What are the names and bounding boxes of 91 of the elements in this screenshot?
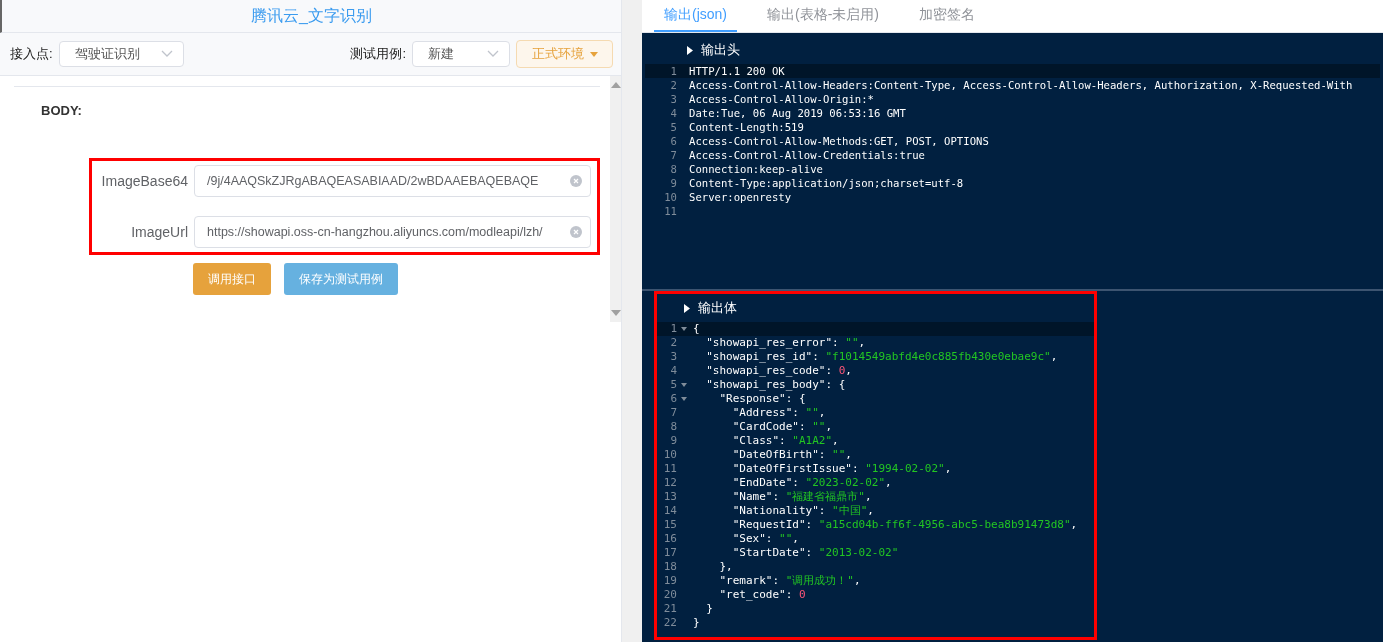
code-line: Connection:keep-alive (688, 162, 823, 176)
code-line: Date:Tue, 06 Aug 2019 06:53:16 GMT (688, 106, 906, 120)
code-line: Access-Control-Allow-Origin:* (688, 92, 874, 106)
chevron-down-icon (160, 50, 173, 58)
action-button[interactable]: 调用接口 (193, 263, 271, 295)
line-number: 2 (670, 78, 677, 92)
caret-down-icon (589, 51, 598, 57)
code-line: HTTP/1.1 200 OK (688, 64, 785, 78)
endpoint-select[interactable]: 驾驶证识别 (58, 41, 184, 67)
section-title: 输出体 (698, 299, 737, 317)
line-number: 8 (670, 162, 677, 176)
code-line: "showapi_res_body": { (705, 378, 846, 392)
test-case-label: 测试用例: (350, 45, 406, 63)
code-line: Access-Control-Allow-Headers:Content-Type, Access-Control-Allow-Headers, Authorization, X-Requested-With (688, 78, 1353, 92)
code-line: "showapi_res_code": 0, (705, 364, 852, 378)
input-field[interactable]: https://showapi.oss-cn-hangzhou.aliyuncs.com/modleapi/lzh/ (194, 216, 591, 248)
line-number: 18 (663, 560, 677, 574)
line-number: 15 (663, 518, 677, 532)
code-line: "Name": "福建省福鼎市", (731, 490, 872, 504)
code-line: "Address": "", (731, 406, 826, 420)
line-number: 19 (663, 574, 677, 588)
code-line: "EndDate": "2023-02-02", (731, 476, 892, 490)
line-number: 3 (670, 350, 677, 364)
code-line: } (693, 616, 700, 630)
code-line: "CardCode": "", (731, 420, 833, 434)
code-line: "Response": { (718, 392, 806, 406)
code-line: Content-Type:application/json;charset=utf-8 (688, 176, 964, 190)
line-number: 4 (670, 364, 677, 378)
code-line: } (705, 602, 713, 616)
input-field[interactable]: /9j/4AAQSkZJRgABAQEASABIAAD/2wBDAAEBAQEBAQE (194, 165, 591, 197)
line-number: 1 (670, 64, 677, 78)
line-number: 5 (670, 378, 677, 392)
caret-right-icon[interactable] (684, 303, 690, 313)
fold-caret-icon[interactable] (681, 383, 687, 387)
line-number: 9 (670, 434, 677, 448)
fold-caret-icon[interactable] (681, 327, 687, 331)
code-line: Access-Control-Allow-Methods:GET, POST, OPTIONS (688, 134, 989, 148)
code-line: "showapi_res_error": "", (705, 336, 866, 350)
line-number: 20 (663, 588, 677, 602)
line-number: 11 (663, 462, 677, 476)
code-line: Access-Control-Allow-Credentials:true (688, 148, 925, 162)
field-label: ImageBase64 (100, 173, 189, 189)
line-number: 21 (663, 602, 677, 616)
tab[interactable]: 加密签名 (909, 0, 985, 32)
line-number: 11 (664, 204, 677, 218)
line-number: 1 (670, 322, 677, 336)
field-label: ImageUrl (130, 224, 189, 240)
fold-caret-icon[interactable] (681, 397, 687, 401)
code-line: Content-Length:519 (688, 120, 804, 134)
code-line: "Class": "A1A2", (731, 434, 839, 448)
test-case-select[interactable]: 新建 (412, 41, 510, 67)
line-number: 3 (670, 92, 677, 106)
line-number: 12 (663, 476, 677, 490)
line-number: 4 (670, 106, 677, 120)
action-button[interactable]: 保存为测试用例 (284, 263, 398, 295)
caret-right-icon[interactable] (687, 45, 693, 55)
section-label: BODY: (41, 103, 83, 118)
line-number: 16 (663, 532, 677, 546)
code-line: "remark": "调用成功！", (718, 574, 861, 588)
line-number: 13 (663, 490, 677, 504)
line-number: 14 (663, 504, 677, 518)
line-number: 7 (670, 148, 677, 162)
line-number: 7 (670, 406, 677, 420)
line-number: 2 (670, 336, 677, 350)
code-line: }, (718, 560, 733, 574)
line-number: 9 (670, 176, 677, 190)
code-line: "DateOfBirth": "", (731, 448, 852, 462)
environment-button[interactable]: 正式环境 (516, 40, 613, 68)
page-title: 腾讯云_文字识别 (0, 0, 621, 33)
code-line: "RequestId": "a15cd04b-ff6f-4956-abc5-bea8b91473d8", (731, 518, 1078, 532)
code-line: "Sex": "", (731, 532, 799, 546)
code-line: "showapi_res_id": "f1014549abfd4e0c885fb430e0ebae9c", (705, 350, 1058, 364)
line-number: 6 (670, 392, 677, 406)
line-number: 10 (664, 190, 677, 204)
line-number: 6 (670, 134, 677, 148)
code-line: { (693, 322, 700, 336)
line-number: 22 (663, 616, 677, 630)
line-number: 8 (670, 420, 677, 434)
code-line: "Nationality": "中国", (731, 504, 874, 518)
tab[interactable]: 输出(表格-未启用) (757, 0, 889, 32)
code-line: "ret_code": 0 (718, 588, 806, 602)
tab[interactable]: 输出(json) (654, 0, 737, 32)
chevron-down-icon (487, 50, 499, 58)
code-line: Server:openresty (688, 190, 792, 204)
code-line: "DateOfFirstIssue": "1994-02-02", (731, 462, 952, 476)
code-line: "StartDate": "2013-02-02" (731, 546, 899, 560)
line-number: 17 (663, 546, 677, 560)
endpoint-label: 接入点: (10, 45, 53, 63)
section-title: 输出头 (701, 41, 740, 59)
line-number: 5 (670, 120, 677, 134)
line-number: 10 (663, 448, 677, 462)
